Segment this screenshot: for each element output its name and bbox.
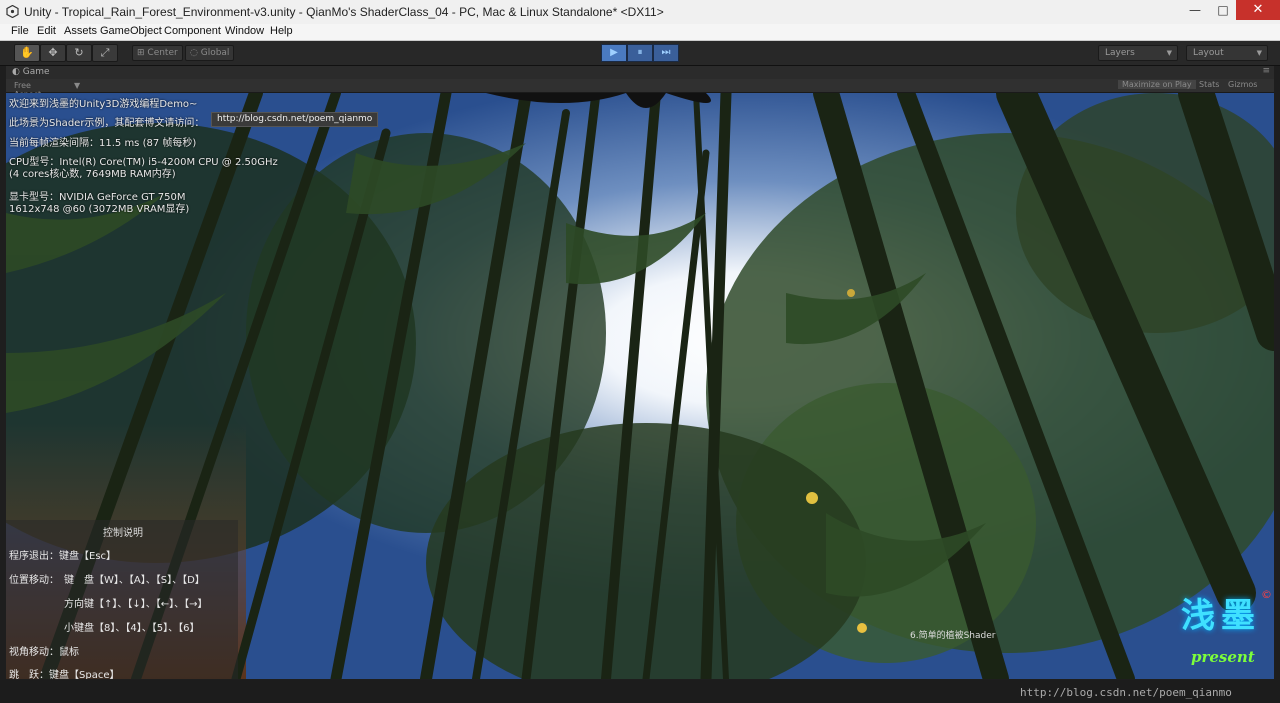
logo-text: 浅墨: [1181, 596, 1261, 636]
window-title-bar: Unity - Tropical_Rain_Forest_Environment…: [0, 0, 1280, 25]
menu-assets[interactable]: Assets: [64, 25, 97, 37]
layout-dropdown[interactable]: Layout ▼: [1186, 45, 1268, 61]
game-tab-bar: ◐ Game ≡: [6, 66, 1274, 79]
control-exit: 程序退出：键盘【Esc】: [9, 551, 117, 562]
hud-scene-info: 此场景为Shader示例，其配套博文请访问：: [9, 118, 205, 129]
minimize-button[interactable]: —: [1180, 0, 1210, 20]
play-button[interactable]: ▶: [601, 44, 627, 62]
control-arrow-keys: 方向键【↑】、【↓】、【←】、【→】: [64, 599, 208, 610]
scale-icon: ⤢: [100, 46, 110, 59]
step-button[interactable]: ⏭: [653, 44, 679, 62]
layers-dropdown[interactable]: Layers ▼: [1098, 45, 1178, 61]
layout-label: Layout: [1193, 48, 1224, 58]
menu-component[interactable]: Component: [164, 25, 221, 37]
play-icon: ▶: [610, 47, 618, 58]
pivot-center-label: Center: [147, 48, 178, 58]
pause-button[interactable]: ⏸: [627, 44, 653, 62]
rotate-icon: ↻: [74, 46, 84, 59]
hud-welcome: 欢迎来到浅墨的Unity3D游戏编程Demo~: [9, 99, 198, 110]
hud-cpu-cores: (4 cores核心数, 7649MB RAM内存): [9, 169, 176, 180]
blog-watermark: http://blog.csdn.net/poem_qianmo: [1020, 686, 1232, 699]
control-jump: 跳 跃：键盘【Space】: [9, 670, 120, 679]
control-numpad-keys: 小键盘【8】、【4】、【5】、【6】: [64, 623, 200, 634]
window-title: Unity - Tropical_Rain_Forest_Environment…: [24, 5, 664, 19]
gizmos-dropdown[interactable]: Gizmos: [1228, 80, 1257, 89]
rotate-tool-button[interactable]: ↻: [66, 44, 92, 62]
control-view: 视角移动：鼠标: [9, 647, 79, 658]
game-view-controls: Free Aspect ▼ Maximize on Play Stats Giz…: [6, 79, 1274, 99]
unity-logo-icon: [6, 5, 19, 18]
menu-gameobject[interactable]: GameObject: [100, 25, 162, 37]
menu-window[interactable]: Window: [225, 25, 264, 37]
maximize-on-play-toggle[interactable]: Maximize on Play: [1118, 80, 1196, 89]
menu-edit[interactable]: Edit: [37, 25, 56, 37]
toolbar: ✋ ✥ ↻ ⤢ ⊞ Center ◌ Global ▶ ⏸ ⏭ Layers ▼ …: [0, 41, 1280, 66]
global-icon: ◌: [190, 48, 201, 58]
pivot-global-label: Global: [200, 48, 230, 58]
control-move-keys: 键 盘【W】、【A】、【S】、【D】: [64, 575, 205, 586]
menu-file[interactable]: File: [11, 25, 29, 37]
center-icon: ⊞: [137, 48, 148, 58]
game-viewport[interactable]: 欢迎来到浅墨的Unity3D游戏编程Demo~ 此场景为Shader示例，其配套…: [6, 93, 1274, 679]
hand-icon: ✋: [20, 46, 34, 59]
pivot-global-toggle[interactable]: ◌ Global: [185, 45, 235, 61]
move-icon: ✥: [48, 46, 58, 59]
logo-present: present: [1191, 648, 1255, 666]
chevron-down-icon: ▼: [74, 81, 81, 90]
shader-label: 6.简单的植被Shader: [910, 631, 996, 641]
pause-icon: ⏸: [637, 47, 643, 58]
pivot-center-toggle[interactable]: ⊞ Center: [132, 45, 183, 61]
maximize-button[interactable]: □: [1208, 0, 1238, 20]
layers-label: Layers: [1105, 48, 1135, 58]
step-icon: ⏭: [661, 47, 671, 58]
controls-panel-title: 控制说明: [103, 528, 143, 539]
hud-resolution: 1612x748 @60 (3072MB VRAM显存): [9, 204, 190, 215]
scale-tool-button[interactable]: ⤢: [92, 44, 118, 62]
chevron-down-icon: ▼: [1166, 49, 1172, 57]
hud-frame-time: 当前每帧渲染间隔：11.5 ms (87 帧每秒): [9, 138, 197, 149]
control-move-label: 位置移动：: [9, 575, 59, 586]
copyright-icon: ©: [1261, 588, 1272, 601]
game-icon: ◐: [12, 67, 23, 77]
close-button[interactable]: ✕: [1236, 0, 1280, 20]
menu-help[interactable]: Help: [270, 25, 293, 37]
hand-tool-button[interactable]: ✋: [14, 44, 40, 62]
move-tool-button[interactable]: ✥: [40, 44, 66, 62]
stats-toggle[interactable]: Stats: [1199, 80, 1219, 89]
tab-game[interactable]: ◐ Game: [12, 66, 50, 79]
menu-bar: File Edit Assets GameObject Component Wi…: [0, 24, 1280, 41]
tab-game-label: Game: [22, 67, 50, 77]
tab-menu-icon[interactable]: ≡: [1262, 66, 1270, 76]
blog-url-button[interactable]: http://blog.csdn.net/poem_qianmo: [211, 112, 379, 127]
chevron-down-icon: ▼: [1256, 49, 1262, 57]
qianmo-present-logo: 浅墨 present ©: [1181, 588, 1272, 678]
